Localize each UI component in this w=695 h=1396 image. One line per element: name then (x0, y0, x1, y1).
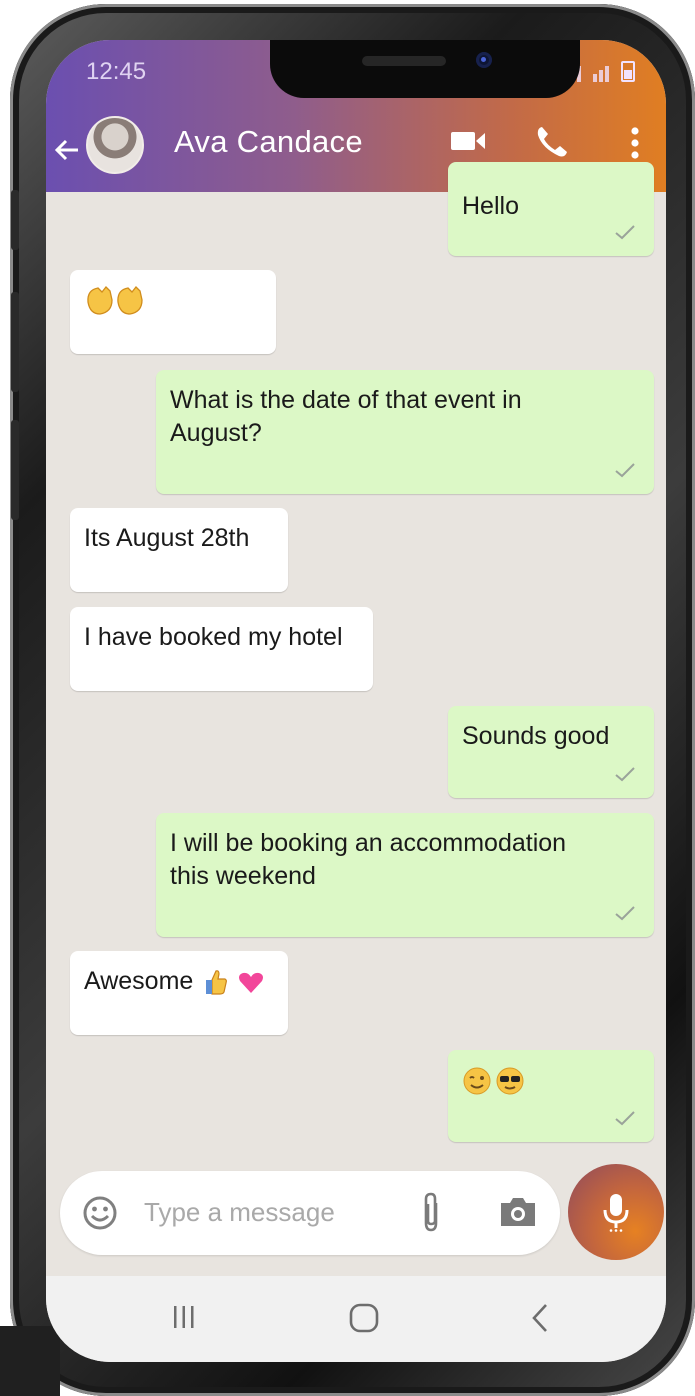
message-text: I will be booking an accommodation this … (170, 829, 567, 890)
recent-apps-icon[interactable] (172, 1304, 196, 1330)
message-input-bar[interactable]: Type a message (60, 1171, 560, 1255)
message-incoming[interactable] (70, 270, 276, 354)
phone-side-button (11, 190, 19, 250)
message-text: I have booked my hotel (84, 623, 343, 651)
emoji-icon[interactable] (82, 1195, 118, 1231)
phone-screen: 12:45 Ava Candace Hello What is the date… (46, 40, 666, 1362)
message-outgoing[interactable]: Hello (448, 162, 654, 256)
sent-tick-icon (615, 1111, 635, 1126)
camera-icon[interactable] (498, 1195, 538, 1229)
contact-name[interactable]: Ava Candace (174, 124, 363, 160)
phone-call-icon[interactable] (534, 124, 570, 160)
chat-area: Hello What is the date of that event in … (46, 162, 666, 1332)
sent-tick-icon (615, 906, 635, 921)
thumbs-up-icon (206, 970, 228, 995)
attach-icon[interactable] (420, 1191, 442, 1233)
sent-tick-icon (615, 225, 635, 240)
message-text: Sounds good (462, 722, 610, 750)
message-text: Its August 28th (84, 524, 250, 552)
sent-tick-icon (615, 767, 635, 782)
notch (270, 40, 580, 98)
message-incoming[interactable]: I have booked my hotel (70, 607, 373, 691)
sent-tick-icon (615, 463, 635, 478)
message-text: Awesome (84, 967, 194, 995)
avatar[interactable] (86, 116, 144, 174)
message-outgoing[interactable]: What is the date of that event in August… (156, 370, 654, 494)
back-icon[interactable] (530, 1302, 550, 1334)
back-arrow-icon[interactable] (54, 138, 80, 162)
message-outgoing[interactable]: Sounds good (448, 706, 654, 798)
status-time: 12:45 (86, 58, 147, 85)
message-incoming[interactable]: Its August 28th (70, 508, 288, 592)
phone-side-button (11, 420, 19, 520)
sunglasses-face-icon (496, 1067, 524, 1095)
waving-hand-icon (87, 286, 143, 315)
winking-face-icon (463, 1067, 491, 1095)
system-nav-bar (46, 1276, 666, 1362)
mic-icon (603, 1194, 629, 1232)
message-incoming[interactable]: Awesome (70, 951, 288, 1035)
phone-side-button (11, 292, 19, 392)
video-call-icon[interactable] (450, 128, 486, 154)
signal-icon-2 (593, 66, 609, 82)
message-text: What is the date of that event in August… (170, 386, 522, 447)
message-outgoing[interactable] (448, 1050, 654, 1142)
message-outgoing[interactable]: I will be booking an accommodation this … (156, 813, 654, 937)
heart-icon (239, 973, 264, 994)
message-text: Hello (462, 192, 519, 220)
more-options-icon[interactable] (630, 126, 640, 160)
home-icon[interactable] (348, 1302, 380, 1334)
battery-icon (621, 61, 635, 82)
mic-button[interactable] (568, 1164, 664, 1260)
message-input[interactable]: Type a message (144, 1197, 335, 1228)
